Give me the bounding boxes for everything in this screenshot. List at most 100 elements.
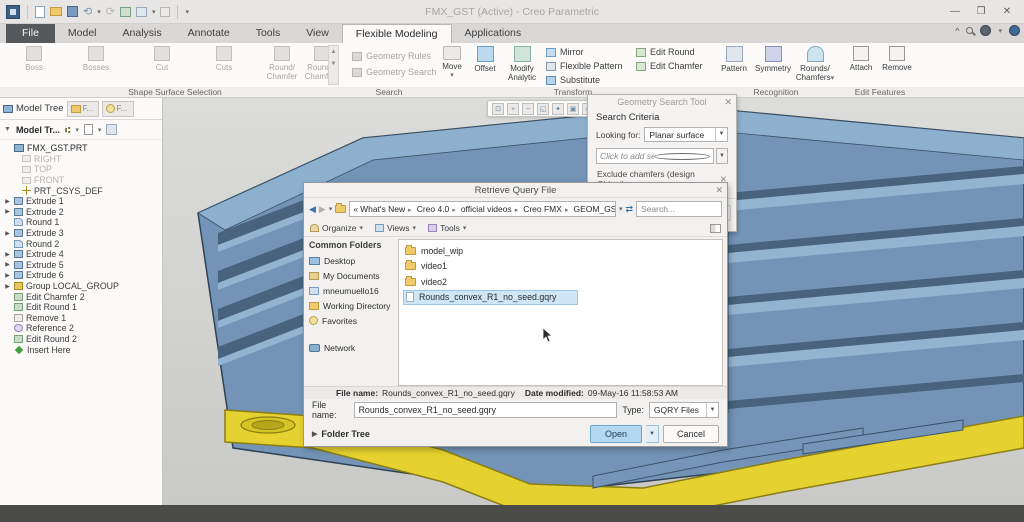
preview-toggle-icon[interactable]	[710, 224, 721, 233]
rounds-chamfers-button[interactable]: Rounds/ Chamfers	[296, 45, 348, 81]
sidebar-item-network[interactable]: Network	[309, 340, 396, 355]
expand-arrow-icon[interactable]: ▶	[4, 230, 11, 237]
file-name-input[interactable]	[354, 402, 618, 418]
looking-for-select[interactable]: Planar surface▼	[644, 127, 728, 142]
flexible-pattern-button[interactable]: Flexible Pattern	[546, 61, 623, 71]
undo-dropdown-icon[interactable]: ▾	[97, 8, 101, 16]
refit-icon[interactable]: ◱	[537, 103, 549, 115]
tree-item[interactable]: ▶Extrude 2	[4, 207, 162, 218]
tab-applications[interactable]: Applications	[452, 24, 535, 43]
pattern-button[interactable]: Pattern	[716, 45, 752, 73]
maximize-button[interactable]: ❐	[974, 6, 988, 17]
gallery-scroll[interactable]: ▲▼	[328, 45, 339, 85]
open-button[interactable]: Open	[590, 425, 642, 443]
zoom-region-icon[interactable]: ⊡	[492, 103, 504, 115]
forward-icon[interactable]: ▶	[319, 204, 326, 215]
tree-item[interactable]: ▶Edit Chamfer 2	[4, 291, 162, 302]
new-file-icon[interactable]	[35, 6, 45, 18]
tab-analysis[interactable]: Analysis	[110, 24, 175, 43]
close-window-icon[interactable]	[160, 7, 170, 17]
offset-button[interactable]: Offset	[468, 45, 502, 73]
breadcrumb[interactable]: « What's New Creo 4.0 official videos Cr…	[349, 201, 616, 217]
tree-item[interactable]: ▶FRONT	[4, 175, 162, 186]
tree-columns-dropdown-icon[interactable]: ▾	[98, 126, 102, 134]
qat-customize-icon[interactable]: ▾	[185, 8, 189, 16]
substitute-button[interactable]: Substitute	[546, 75, 600, 85]
open-file-icon[interactable]	[50, 7, 62, 16]
tree-item[interactable]: ▶Extrude 6	[4, 270, 162, 281]
command-search-icon[interactable]	[966, 27, 973, 34]
tree-item[interactable]: ▶Edit Round 1	[4, 302, 162, 313]
cut-button[interactable]: Cut	[136, 45, 188, 72]
attach-button[interactable]: Attach	[844, 45, 878, 72]
tree-item[interactable]: ▶RIGHT	[4, 154, 162, 165]
tree-filter-dropdown-icon[interactable]: ▾	[75, 126, 79, 134]
symmetry-button[interactable]: Symmetry	[752, 45, 794, 73]
tree-item[interactable]: ▶Extrude 1	[4, 196, 162, 207]
back-icon[interactable]: ◀	[309, 204, 316, 215]
tab-annotate[interactable]: Annotate	[175, 24, 243, 43]
path-dropdown-icon[interactable]: ▾	[619, 205, 623, 213]
criteria-input[interactable]: Click to add search criteria	[596, 148, 714, 164]
graphics-area[interactable]: Model Tree F... F... ▼ Model Tr... ⑆▾ ▾ …	[0, 98, 1024, 505]
windows-dropdown-icon[interactable]: ▾	[152, 8, 156, 16]
close-icon[interactable]: ✕	[715, 183, 723, 198]
modify-analytic-button[interactable]: Modify Analytic	[502, 45, 542, 82]
favorites-tab[interactable]: F...	[102, 101, 134, 117]
remove-button[interactable]: Remove	[878, 45, 916, 72]
tools-menu[interactable]: Tools▾	[428, 223, 466, 233]
type-select[interactable]: GQRY Files▼	[649, 402, 719, 418]
tab-file[interactable]: File	[6, 24, 55, 43]
sidebar-item-favorites[interactable]: Favorites	[309, 313, 396, 328]
tree-item[interactable]: ▶Round 1	[4, 217, 162, 228]
tree-filter-icon[interactable]: ⑆	[65, 125, 70, 135]
file-row-folder[interactable]: model_wip	[403, 243, 578, 259]
chevron-down-icon[interactable]: ▼	[715, 128, 727, 141]
tree-item[interactable]: ▶PRT_CSYS_DEF	[4, 185, 162, 196]
expand-arrow-icon[interactable]: ▶	[4, 261, 11, 268]
edit-chamfer-button[interactable]: Edit Chamfer	[636, 61, 703, 71]
tree-item[interactable]: ▶Edit Round 2	[4, 334, 162, 345]
expand-arrow-icon[interactable]: ▶	[4, 283, 11, 290]
tree-item[interactable]: ▶Extrude 5	[4, 260, 162, 271]
display-style-icon[interactable]: ▣	[567, 103, 579, 115]
undo-icon[interactable]: ⟲	[83, 5, 92, 18]
criteria-dropdown-icon[interactable]: ▼	[716, 148, 728, 164]
connect-icon[interactable]	[980, 25, 991, 36]
tree-item[interactable]: ▶Reference 2	[4, 323, 162, 334]
repaint-icon[interactable]: ✦	[552, 103, 564, 115]
refresh-icon[interactable]: ⇄	[625, 204, 633, 215]
folder-browser-tab[interactable]: F...	[67, 101, 99, 117]
collapse-ribbon-icon[interactable]: ^	[955, 26, 959, 36]
close-button[interactable]: ✕	[1000, 6, 1014, 17]
redo-icon[interactable]: ⟳	[106, 5, 115, 18]
file-row-folder[interactable]: video2	[403, 274, 578, 290]
rounds-chamfers-recognition-button[interactable]: Rounds/ Chamfers▾	[794, 45, 836, 82]
save-icon[interactable]	[67, 6, 78, 17]
sidebar-item-desktop[interactable]: Desktop	[309, 253, 396, 268]
minimize-button[interactable]: —	[948, 6, 962, 17]
app-icon[interactable]	[6, 5, 20, 19]
file-row-selected[interactable]: Rounds_convex_R1_no_seed.gqry	[403, 290, 578, 306]
windows-icon[interactable]	[136, 7, 147, 17]
folder-tree-toggle[interactable]: ▶Folder Tree	[312, 429, 370, 439]
mirror-button[interactable]: Mirror	[546, 47, 584, 57]
close-icon[interactable]: ✕	[724, 95, 732, 109]
tree-settings-icon[interactable]	[106, 124, 117, 135]
open-dropdown-icon[interactable]: ▼	[646, 425, 659, 443]
tree-collapse-icon[interactable]: ▼	[4, 126, 11, 133]
sidebar-item-my-documents[interactable]: My Documents	[309, 268, 396, 283]
expand-arrow-icon[interactable]: ▶	[4, 251, 11, 258]
history-dropdown-icon[interactable]: ▾	[329, 205, 333, 213]
tree-item[interactable]: ▶Round 2	[4, 238, 162, 249]
connect-dropdown-icon[interactable]: ▾	[998, 27, 1002, 35]
views-menu[interactable]: Views▾	[375, 223, 416, 233]
tree-item[interactable]: ▶Extrude 3	[4, 228, 162, 239]
tab-flexible-modeling[interactable]: Flexible Modeling	[342, 24, 452, 43]
tree-item[interactable]: ▶Extrude 4	[4, 249, 162, 260]
tree-columns-icon[interactable]	[84, 124, 93, 135]
tree-item[interactable]: ▶TOP	[4, 164, 162, 175]
dialog-search-input[interactable]: Search...	[636, 201, 722, 217]
bosses-button[interactable]: Bosses	[70, 45, 122, 72]
expand-arrow-icon[interactable]: ▶	[4, 208, 11, 215]
